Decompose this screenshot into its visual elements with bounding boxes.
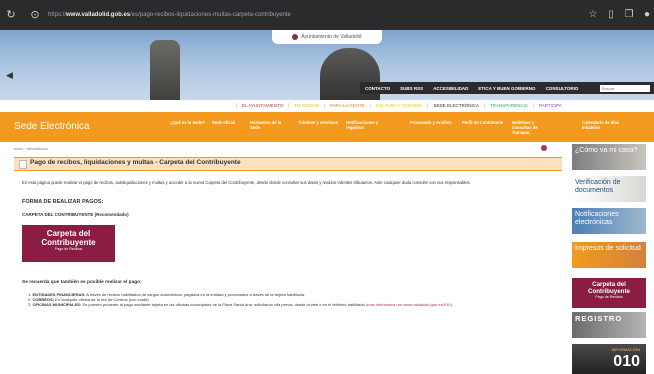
sede-menu-item[interactable]: Notificaciones y registros: [346, 120, 388, 130]
lock-icon: ⊙: [30, 9, 40, 21]
top-menu-item[interactable]: CONTACTO: [360, 86, 395, 91]
top-menu-item[interactable]: CONSULTORIO: [541, 86, 584, 91]
carpeta-contribuyente-button[interactable]: Carpeta del Contribuyente Pago de Recibo…: [22, 225, 115, 262]
sede-menu-item[interactable]: Calendario de días inhábiles: [582, 120, 624, 130]
site-nav-item[interactable]: TU CIUDAD: [288, 102, 324, 108]
header-banner: Ayuntamiento de Valladolid ◀ CONTACTO SU…: [0, 30, 654, 100]
payment-options-list: 1. ENTIDADES FINANCIERAS: A través de re…: [28, 292, 548, 308]
list-item: 3. OFICINAS MUNICIPALES: Se pueden proce…: [28, 302, 453, 308]
top-menu-item[interactable]: ETICA Y BUEN GOBIERNO: [473, 86, 540, 91]
seal-icon: [292, 33, 299, 40]
section-heading: FORMA DE REALIZAR PAGOS:: [22, 199, 104, 205]
sede-menu-item[interactable]: Boletines y consultas de Transpar.: [512, 120, 554, 135]
site-nav-item[interactable]: TRANSPARENCIA: [483, 102, 533, 108]
site-nav-item[interactable]: PARA LA GENTE: [323, 102, 370, 108]
subsection-heading: CARPETA DEL CONTRIBUYENTE (Recomendado): [22, 212, 129, 217]
breadcrumb[interactable]: Inicio › Información: [14, 146, 48, 151]
banner-registro[interactable]: REGISTRO: [572, 312, 646, 338]
location-pin-icon[interactable]: [541, 145, 547, 151]
sede-menu-item[interactable]: Trámites y servicios: [298, 120, 340, 125]
banner-statue-left: [150, 40, 180, 100]
site-nav-item[interactable]: SEDE ELECTRÓNICA: [427, 102, 484, 108]
top-menu: CONTACTO SUBS RSS ACCESIBILIDAD ETICA Y …: [360, 82, 654, 94]
search-input[interactable]: Buscar: [600, 84, 650, 92]
button-subline: Pago de Recibos: [54, 247, 83, 251]
top-menu-item[interactable]: SUBS RSS: [395, 86, 428, 91]
section-heading: Se recuerda que también es posible reali…: [22, 280, 142, 285]
star-icon[interactable]: ☆: [586, 8, 600, 22]
sede-menu-item[interactable]: ¿Qué es la Sede?: [170, 120, 212, 125]
document-icon: [19, 160, 27, 169]
info-link[interactable]: (más información en www.valladolid.gob.e…: [366, 302, 453, 307]
banner-carpeta[interactable]: Carpeta del Contribuyente Pago de Recibo…: [572, 278, 646, 308]
button-line: Carpeta del: [46, 229, 91, 238]
banner-impresos[interactable]: Impresos de solicitud: [572, 242, 646, 268]
button-line: Contribuyente: [41, 238, 96, 247]
chevron-left-icon[interactable]: ◀: [6, 70, 13, 81]
address-bar[interactable]: https://www.valladolid.gob.es/es/pago-re…: [48, 7, 568, 23]
site-nav-item[interactable]: PARTICIPA: [532, 102, 567, 108]
page-title-bar: Pago de recibos, liquidaciones y multas …: [14, 157, 562, 171]
reload-icon[interactable]: ↻: [4, 8, 18, 22]
banner-verificacion[interactable]: Verificación de documentos: [572, 176, 646, 202]
banner-010[interactable]: INFORMACIÓN 010: [572, 344, 646, 374]
sede-menu-item[interactable]: Procesado y Archivo: [410, 120, 452, 125]
sede-menu-item[interactable]: Normativa de la Sede: [250, 120, 292, 130]
site-logo[interactable]: Ayuntamiento de Valladolid: [272, 30, 382, 44]
site-nav-item[interactable]: EL AYUNTAMIENTO: [236, 102, 288, 108]
site-nav-item[interactable]: CULTURA Y TURISMO: [369, 102, 428, 108]
banner-notificaciones[interactable]: Notificaciones electrónicas: [572, 208, 646, 234]
site-nav: EL AYUNTAMIENTO TU CIUDAD PARA LA GENTE …: [236, 100, 654, 110]
sede-title[interactable]: Sede Electrónica: [14, 121, 90, 132]
banner-como-va[interactable]: ¿Cómo va mi caso?: [572, 144, 646, 170]
sede-menu-item[interactable]: Perfil de Contratante: [462, 120, 504, 125]
browser-toolbar: ↻ ⊙ https://www.valladolid.gob.es/es/pag…: [0, 0, 654, 30]
reading-icon[interactable]: ▯: [604, 8, 618, 22]
page-description: En esta página puede realizar el pago de…: [22, 180, 471, 185]
profile-icon[interactable]: ●: [640, 8, 654, 22]
page-title: Pago de recibos, liquidaciones y multas …: [30, 159, 241, 166]
collections-icon[interactable]: ❐: [622, 8, 636, 22]
sede-menu-item[interactable]: Sede oficial: [212, 120, 254, 125]
sede-bar: Sede Electrónica ¿Qué es la Sede? Sede o…: [0, 112, 654, 142]
top-menu-item[interactable]: ACCESIBILIDAD: [428, 86, 473, 91]
